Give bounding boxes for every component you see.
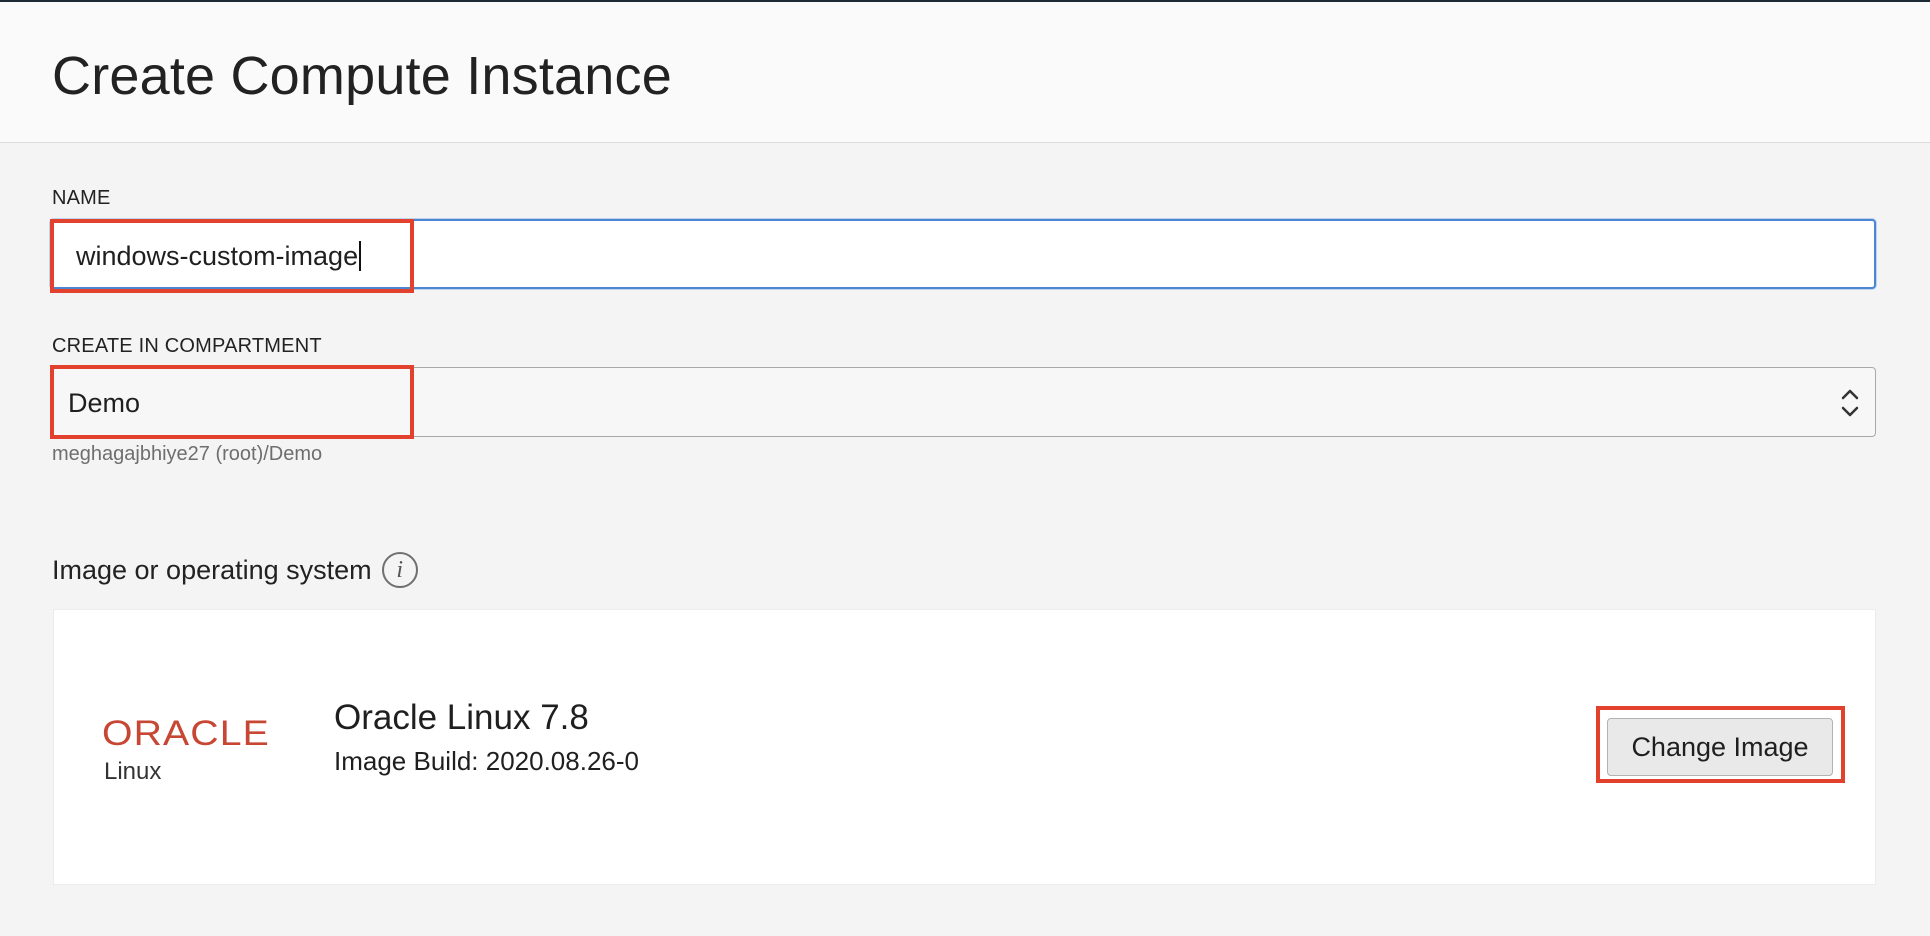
image-section-title-text: Image or operating system bbox=[52, 554, 372, 585]
chevron-up-down-icon[interactable] bbox=[1839, 384, 1861, 422]
name-label: NAME bbox=[52, 187, 111, 209]
info-icon[interactable]: i bbox=[381, 552, 418, 588]
oracle-logo-subtitle: Linux bbox=[104, 758, 162, 785]
image-card: ORACLE Linux Oracle Linux 7.8 Image Buil… bbox=[53, 609, 1876, 885]
image-section-title: Image or operating system i bbox=[52, 552, 418, 588]
compartment-path: meghagajbhiye27 (root)/Demo bbox=[52, 443, 323, 465]
name-input-value[interactable]: windows-custom-image bbox=[76, 241, 362, 272]
os-name: Oracle Linux 7.8 bbox=[334, 698, 589, 737]
page-title: Create Compute Instance bbox=[52, 46, 672, 106]
page-header: Create Compute Instance bbox=[0, 2, 1930, 143]
image-build: Image Build: 2020.08.26-0 bbox=[334, 746, 639, 776]
compartment-select-value[interactable]: Demo bbox=[68, 388, 140, 419]
compartment-label: CREATE IN COMPARTMENT bbox=[52, 335, 322, 357]
change-image-button[interactable]: Change Image bbox=[1607, 718, 1833, 776]
compartment-select[interactable]: Demo bbox=[50, 367, 1876, 437]
oracle-wordmark: ORACLE bbox=[102, 714, 270, 753]
text-caret bbox=[359, 241, 362, 271]
oracle-linux-logo: ORACLE Linux bbox=[102, 716, 292, 786]
name-input[interactable]: windows-custom-image bbox=[50, 219, 1876, 289]
